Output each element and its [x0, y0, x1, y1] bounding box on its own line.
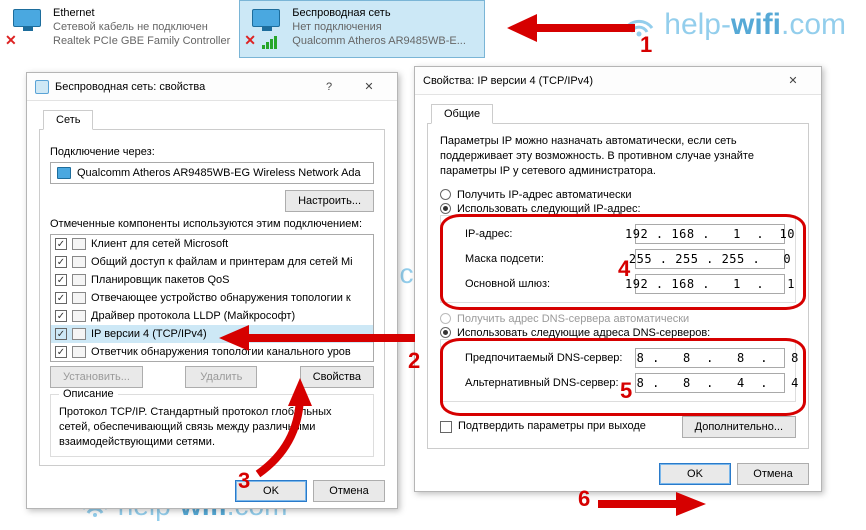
- description-title: Описание: [59, 388, 118, 400]
- connect-via-label: Подключение через:: [50, 146, 374, 158]
- adapter-list: ✕ Ethernet Сетевой кабель не подключен R…: [0, 0, 866, 58]
- advanced-button[interactable]: Дополнительно...: [682, 416, 796, 438]
- list-item[interactable]: ✓Клиент для сетей Microsoft: [51, 235, 373, 253]
- callout-2: 2: [408, 348, 420, 374]
- wifi-icon: ✕: [248, 7, 284, 47]
- list-item[interactable]: ✓Драйвер протокола LLDP (Майкрософт): [51, 307, 373, 325]
- radio-dns-auto: Получить адрес DNS-сервера автоматически: [440, 313, 796, 325]
- ethernet-icon: ✕: [9, 7, 45, 47]
- close-button[interactable]: ✕: [349, 76, 389, 98]
- titlebar[interactable]: Беспроводная сеть: свойства ?✕: [27, 73, 397, 101]
- adapter-status: Сетевой кабель не подключен: [53, 21, 230, 35]
- callout-6: 6: [578, 486, 590, 512]
- ip-input[interactable]: 192 . 168 . 1 . 10: [635, 224, 785, 244]
- list-item[interactable]: ✓Общий доступ к файлам и принтерам для с…: [51, 253, 373, 271]
- nic-icon: [57, 167, 71, 179]
- mask-label: Маска подсети:: [465, 253, 625, 265]
- install-button[interactable]: Установить...: [50, 366, 143, 388]
- dns2-input[interactable]: 8 . 8 . 4 . 4: [635, 373, 785, 393]
- adapter-ethernet[interactable]: ✕ Ethernet Сетевой кабель не подключен R…: [0, 0, 239, 58]
- components-label: Отмеченные компоненты используются этим …: [50, 218, 374, 230]
- tab-general[interactable]: Общие: [431, 104, 493, 124]
- adapter-name-text: Qualcomm Atheros AR9485WB-EG Wireless Ne…: [77, 167, 361, 179]
- radio-ip-manual[interactable]: Использовать следующий IP-адрес:: [440, 203, 796, 215]
- radio-dns-manual[interactable]: Использовать следующие адреса DNS-сервер…: [440, 327, 796, 339]
- callout-5: 5: [620, 378, 632, 404]
- ip-label: IP-адрес:: [465, 228, 625, 240]
- titlebar[interactable]: Свойства: IP версии 4 (TCP/IPv4) ✕: [415, 67, 821, 95]
- callout-1: 1: [640, 32, 652, 58]
- dns1-input[interactable]: 8 . 8 . 8 . 8: [635, 348, 785, 368]
- description-box: Описание Протокол TCP/IP. Стандартный пр…: [50, 394, 374, 457]
- remove-button[interactable]: Удалить: [185, 366, 257, 388]
- adapter-device: Qualcomm Atheros AR9485WB-E...: [292, 35, 466, 49]
- adapter-device: Realtek PCIe GBE Family Controller: [53, 35, 230, 49]
- dns1-label: Предпочитаемый DNS-сервер:: [465, 352, 625, 364]
- list-item[interactable]: ✓Планировщик пакетов QoS: [51, 271, 373, 289]
- properties-button[interactable]: Свойства: [300, 366, 374, 388]
- list-item-ipv4[interactable]: ✓IP версии 4 (TCP/IPv4): [51, 325, 373, 343]
- window-title: Беспроводная сеть: свойства: [55, 81, 309, 93]
- tab-network[interactable]: Сеть: [43, 110, 93, 130]
- adapter-wireless[interactable]: ✕ Беспроводная сеть Нет подключения Qual…: [239, 0, 485, 58]
- adapter-properties-dialog: Беспроводная сеть: свойства ?✕ Сеть Подк…: [26, 72, 398, 509]
- callout-4: 4: [618, 256, 630, 282]
- component-list[interactable]: ✓Клиент для сетей Microsoft ✓Общий досту…: [50, 234, 374, 362]
- callout-3: 3: [238, 468, 250, 494]
- adapter-status: Нет подключения: [292, 21, 466, 35]
- dns2-label: Альтернативный DNS-сервер:: [465, 377, 625, 389]
- gateway-input[interactable]: 192 . 168 . 1 . 1: [635, 274, 785, 294]
- cancel-button[interactable]: Отмена: [737, 463, 809, 485]
- close-button[interactable]: ✕: [773, 70, 813, 92]
- app-icon: [35, 80, 49, 94]
- window-title: Свойства: IP версии 4 (TCP/IPv4): [423, 75, 773, 87]
- intro-text: Параметры IP можно назначать автоматичес…: [440, 134, 796, 179]
- list-item[interactable]: ✓Ответчик обнаружения топологии канально…: [51, 343, 373, 361]
- configure-button[interactable]: Настроить...: [285, 190, 374, 212]
- mask-input[interactable]: 255 . 255 . 255 . 0: [635, 249, 785, 269]
- cancel-button[interactable]: Отмена: [313, 480, 385, 502]
- description-text: Протокол TCP/IP. Стандартный протокол гл…: [59, 405, 365, 450]
- adapter-name-field: Qualcomm Atheros AR9485WB-EG Wireless Ne…: [50, 162, 374, 184]
- list-item[interactable]: ✓Отвечающее устройство обнаружения топол…: [51, 289, 373, 307]
- adapter-name: Ethernet: [53, 7, 230, 21]
- ok-button[interactable]: OK: [659, 463, 731, 485]
- adapter-name: Беспроводная сеть: [292, 7, 466, 21]
- validate-checkbox[interactable]: Подтвердить параметры при выходе: [440, 420, 646, 432]
- arrow-6: [592, 490, 712, 520]
- radio-ip-auto[interactable]: Получить IP-адрес автоматически: [440, 189, 796, 201]
- gateway-label: Основной шлюз:: [465, 278, 625, 290]
- help-button[interactable]: ?: [309, 76, 349, 98]
